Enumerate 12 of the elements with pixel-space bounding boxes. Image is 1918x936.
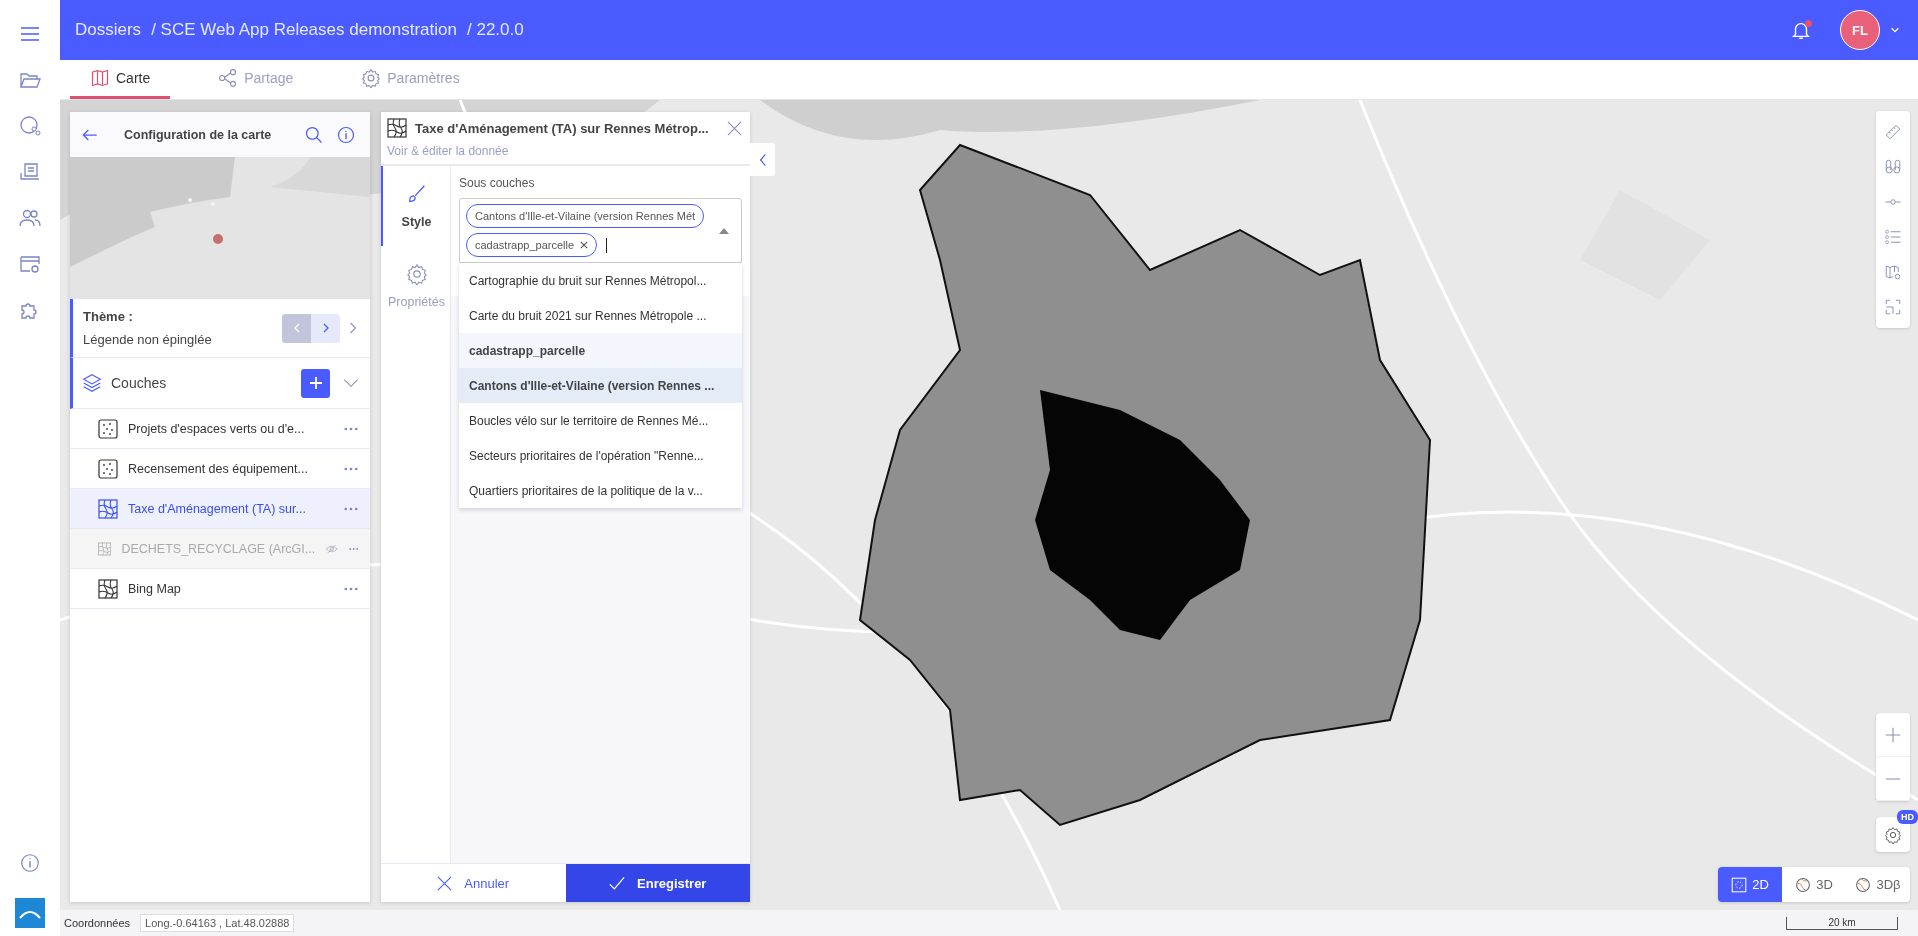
scale-bar: 20 km (1786, 916, 1898, 930)
breadcrumb-item[interactable]: / 22.0.0 (467, 20, 524, 40)
settings-icon (361, 68, 382, 88)
breadcrumb-link[interactable]: Dossiers (75, 20, 142, 40)
coordinates-value: Long.-0.64163 , Lat.48.02888 (140, 914, 295, 932)
chevron-down-icon[interactable] (1890, 25, 1900, 35)
info-icon[interactable] (19, 852, 41, 874)
breadcrumb-item[interactable]: / SCE Web App Releases demonstration (151, 20, 457, 40)
share-icon (218, 68, 239, 88)
logo-icon (15, 898, 45, 928)
coordinates-label: Coordonnées (64, 917, 131, 929)
map-icon (90, 68, 110, 88)
